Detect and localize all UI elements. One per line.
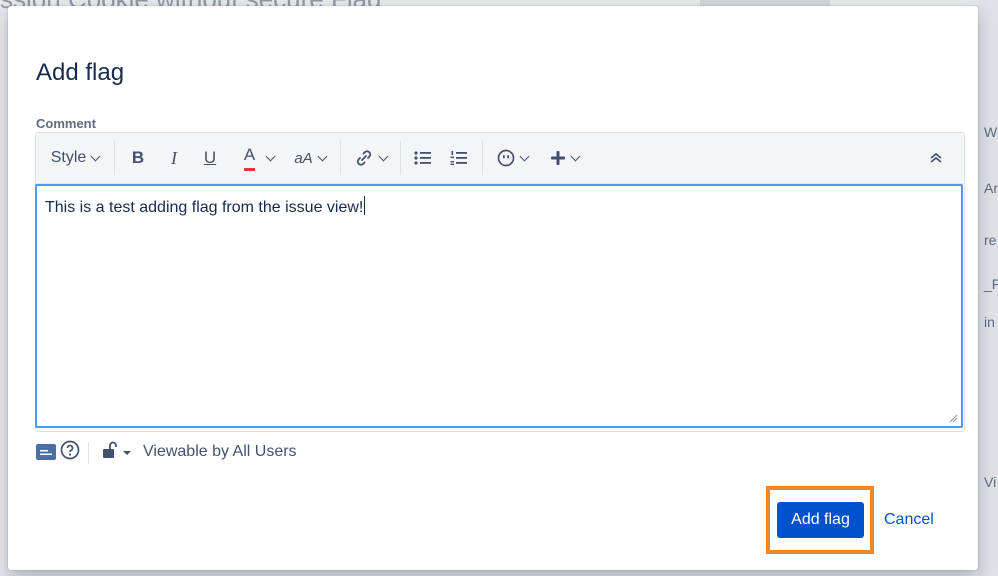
- add-flag-dialog: Add flag Comment Style B I U A aA This i…: [8, 6, 978, 570]
- underline-label: U: [203, 148, 217, 167]
- text-color-icon: A: [243, 145, 256, 171]
- emoji-button[interactable]: [492, 145, 532, 171]
- comment-text[interactable]: This is a test adding flag from the issu…: [45, 196, 366, 217]
- chevron-down-icon: [265, 151, 276, 161]
- toolbar-divider: [340, 141, 341, 175]
- bullet-list-button[interactable]: [410, 145, 436, 171]
- comment-textarea[interactable]: This is a test adding flag from the issu…: [35, 184, 963, 428]
- background-fragment: re: [984, 232, 997, 248]
- text-color-button[interactable]: A: [236, 145, 282, 171]
- bullet-list-icon: [414, 151, 431, 165]
- link-button[interactable]: [350, 145, 390, 171]
- unlock-icon: [103, 441, 117, 458]
- background-fragment: in: [984, 314, 995, 330]
- comment-editor: Style B I U A aA This is a test adding f…: [35, 132, 965, 432]
- chevron-down-icon: [90, 151, 101, 161]
- cancel-button[interactable]: Cancel: [884, 511, 934, 529]
- chevron-down-icon: [570, 151, 580, 161]
- dialog-title: Add flag: [36, 58, 125, 86]
- comment-text-value: This is a test adding flag from the issu…: [45, 199, 364, 216]
- background-fragment: W: [984, 124, 998, 140]
- text-mode-icon[interactable]: [36, 444, 56, 460]
- chevron-down-icon: [317, 151, 328, 161]
- editor-toolbar: Style B I U A aA: [36, 133, 964, 184]
- numbered-list-button[interactable]: [446, 145, 472, 171]
- caret-down-icon: [123, 451, 131, 455]
- more-formatting-icon: aA: [294, 149, 313, 167]
- underline-button[interactable]: U: [198, 145, 222, 171]
- italic-button[interactable]: I: [162, 145, 186, 171]
- link-icon: [356, 150, 371, 166]
- footer-divider: [88, 442, 89, 464]
- add-flag-button[interactable]: Add flag: [777, 502, 864, 538]
- background-fragment: Vi: [984, 474, 997, 490]
- background-sidebar: W An re _F in Vi: [978, 0, 998, 576]
- comment-label: Comment: [36, 116, 96, 131]
- editor-footer: Viewable by All Users: [36, 438, 436, 468]
- emoji-icon: [497, 149, 514, 167]
- help-icon[interactable]: [60, 440, 80, 460]
- chevron-down-icon: [519, 151, 529, 161]
- visibility-label: Viewable by All Users: [143, 443, 297, 460]
- style-dropdown[interactable]: Style: [50, 145, 101, 171]
- bold-label: B: [131, 148, 145, 167]
- collapse-toolbar-button[interactable]: [924, 145, 948, 171]
- visibility-dropdown[interactable]: [98, 438, 138, 464]
- numbered-list-icon: [450, 151, 467, 165]
- chevron-down-icon: [378, 151, 388, 161]
- toolbar-divider: [482, 141, 483, 175]
- insert-button[interactable]: [544, 145, 584, 171]
- italic-label: I: [171, 147, 177, 168]
- text-caret: [364, 196, 366, 215]
- style-label: Style: [50, 149, 87, 166]
- bold-button[interactable]: B: [126, 145, 150, 171]
- background-fragment: An: [984, 180, 998, 196]
- collapse-toolbar-icon: [930, 152, 942, 163]
- background-fragment: _F: [984, 276, 998, 292]
- insert-plus-icon: [550, 151, 565, 165]
- toolbar-divider: [114, 141, 115, 175]
- resize-handle-icon[interactable]: [948, 413, 958, 423]
- more-formatting-button[interactable]: aA: [290, 145, 330, 171]
- toolbar-divider: [400, 141, 401, 175]
